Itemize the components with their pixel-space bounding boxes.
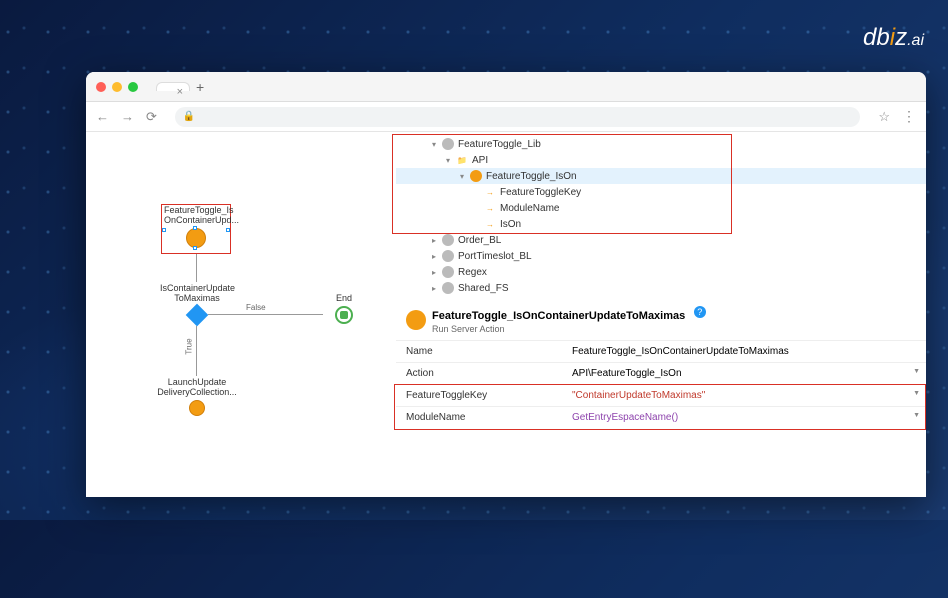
new-tab-button[interactable]: + [196,79,204,95]
gray-icon [442,234,454,246]
flow-canvas[interactable]: FeatureToggle_Is OnContainerUpd... IsCon… [86,132,396,497]
gray-icon [442,250,454,262]
decision-icon [186,303,209,326]
tree-label: Regex [458,267,487,278]
close-icon[interactable] [96,82,106,92]
end-icon [335,306,353,324]
flow-node-launch[interactable]: LaunchUpdate DeliveryCollection... [156,378,238,416]
flow-edge [208,314,323,315]
link-icon [442,266,454,278]
browser-tab[interactable]: × [156,82,190,91]
detail-subtitle: Run Server Action [432,324,706,334]
module-tree[interactable]: ▾FeatureToggle_Lib▾📁API▾FeatureToggle_Is… [396,132,926,300]
properties-table: NameFeatureToggle_IsOnContainerUpdateToM… [396,340,926,428]
gray-icon [442,282,454,294]
action-icon [189,400,205,416]
help-icon[interactable]: ? [694,306,706,318]
edge-label-true: True [185,338,194,354]
property-label: Name [396,346,566,357]
maximize-icon[interactable] [128,82,138,92]
property-label: Action [396,368,566,379]
property-value[interactable]: API\FeatureToggle_IsOn▼ [566,368,926,379]
tree-item[interactable]: ▸ Order_BL [396,232,926,248]
flow-edge [196,326,197,376]
detail-header: FeatureToggle_IsOnContainerUpdateToMaxim… [396,300,926,340]
window-controls[interactable] [96,82,138,92]
node-label: FeatureToggle_Is OnContainerUpd... [164,206,228,226]
titlebar: × + [86,72,926,102]
node-label: End [324,294,364,304]
tree-label: PortTimeslot_BL [458,251,532,262]
tree-item[interactable]: ▸ PortTimeslot_BL [396,248,926,264]
action-icon [406,310,426,330]
brand-logo: dbiz.ai [863,24,924,52]
forward-icon[interactable]: → [121,109,134,124]
edge-label-false: False [246,303,266,312]
dropdown-icon[interactable]: ▼ [913,412,920,419]
property-value[interactable]: FeatureToggle_IsOnContainerUpdateToMaxim… [566,346,926,357]
dropdown-icon[interactable]: ▼ [913,368,920,375]
expand-icon[interactable]: ▸ [432,236,442,245]
flow-edge [196,254,197,282]
property-value[interactable]: GetEntryEspaceName()▼ [566,412,926,423]
flow-node-featuretoggle[interactable]: FeatureToggle_Is OnContainerUpd... [164,206,228,248]
address-input[interactable]: 🔒 [175,107,860,127]
browser-window: × + ← → ⟳ 🔒 ☆ ⋮ FeatureToggle_Is OnConta… [86,72,926,497]
reload-icon[interactable]: ⟳ [146,109,157,125]
property-row: NameFeatureToggle_IsOnContainerUpdateToM… [396,340,926,362]
property-value[interactable]: "ContainerUpdateToMaximas"▼ [566,390,926,401]
expand-icon[interactable]: ▸ [432,268,442,277]
dropdown-icon[interactable]: ▼ [913,390,920,397]
tree-item[interactable]: ▸ Shared_FS [396,280,926,296]
node-label: IsContainerUpdate ToMaximas [160,284,234,304]
lock-icon: 🔒 [183,111,195,122]
flow-node-end[interactable]: End [324,294,364,324]
expand-icon[interactable]: ▸ [432,284,442,293]
menu-icon[interactable]: ⋮ [902,108,916,125]
property-row: ActionAPI\FeatureToggle_IsOn▼ [396,362,926,384]
expand-icon[interactable]: ▸ [432,252,442,261]
detail-title: FeatureToggle_IsOnContainerUpdateToMaxim… [432,310,685,322]
back-icon[interactable]: ← [96,109,109,124]
minimize-icon[interactable] [112,82,122,92]
bookmark-icon[interactable]: ☆ [878,109,890,125]
url-bar: ← → ⟳ 🔒 ☆ ⋮ [86,102,926,132]
tree-label: Order_BL [458,235,501,246]
node-label: LaunchUpdate DeliveryCollection... [156,378,238,398]
action-icon [186,228,206,248]
flow-node-decision[interactable]: IsContainerUpdate ToMaximas [160,284,234,326]
tree-item[interactable]: ▸ Regex [396,264,926,280]
tree-highlight [392,134,732,234]
tree-label: Shared_FS [458,283,509,294]
properties-panel: ▾FeatureToggle_Lib▾📁API▾FeatureToggle_Is… [396,132,926,497]
close-tab-icon[interactable]: × [177,86,183,98]
